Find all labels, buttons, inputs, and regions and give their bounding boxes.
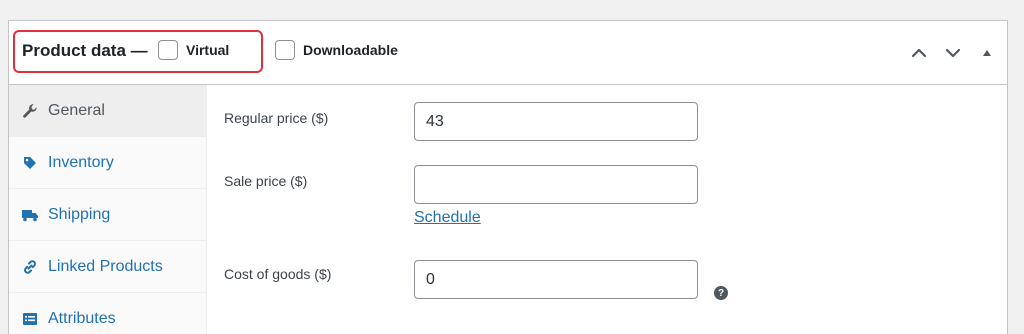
help-icon[interactable]: ? (714, 286, 728, 300)
tab-general-label: General (48, 101, 105, 119)
virtual-toggle[interactable]: Virtual (158, 40, 229, 60)
downloadable-checkbox[interactable] (275, 40, 295, 60)
regular-price-label: Regular price ($) (224, 110, 329, 126)
regular-price-input[interactable] (414, 102, 698, 141)
downloadable-label: Downloadable (303, 42, 398, 58)
truck-icon (21, 206, 39, 224)
tab-attributes-label: Attributes (48, 309, 116, 327)
tab-general[interactable]: General (9, 85, 206, 137)
panel-header: Product data — Virtual Downloadable (9, 21, 1007, 85)
general-pane: Regular price ($) Sale price ($) Schedul… (207, 85, 1007, 334)
schedule-link[interactable]: Schedule (414, 209, 481, 227)
tab-linked-products-label: Linked Products (48, 257, 163, 275)
cost-of-goods-input[interactable] (414, 260, 698, 299)
chevron-up-icon[interactable] (907, 41, 931, 65)
link-icon (21, 258, 39, 276)
tag-icon (21, 154, 39, 172)
wrench-icon (21, 102, 39, 120)
tab-linked-products[interactable]: Linked Products (9, 241, 206, 293)
downloadable-toggle[interactable]: Downloadable (275, 40, 398, 60)
chevron-down-icon[interactable] (941, 41, 965, 65)
tab-shipping-label: Shipping (48, 205, 111, 223)
tab-shipping[interactable]: Shipping (9, 189, 206, 241)
sale-price-input[interactable] (414, 165, 698, 204)
cost-of-goods-label: Cost of goods ($) (224, 266, 332, 282)
tab-inventory-label: Inventory (48, 153, 114, 171)
caret-up-icon[interactable] (975, 41, 999, 65)
virtual-checkbox[interactable] (158, 40, 178, 60)
tab-attributes[interactable]: Attributes (9, 293, 206, 334)
product-data-tabs: General Inventory Shipping Linked Produc… (9, 85, 207, 334)
sale-price-label: Sale price ($) (224, 173, 308, 189)
virtual-label: Virtual (186, 42, 230, 58)
list-icon (21, 310, 39, 328)
panel-title: Product data — (22, 41, 148, 60)
tab-inventory[interactable]: Inventory (9, 137, 206, 189)
product-data-panel: Product data — Virtual Downloadable Gene… (8, 20, 1008, 334)
panel-controls (907, 41, 999, 65)
